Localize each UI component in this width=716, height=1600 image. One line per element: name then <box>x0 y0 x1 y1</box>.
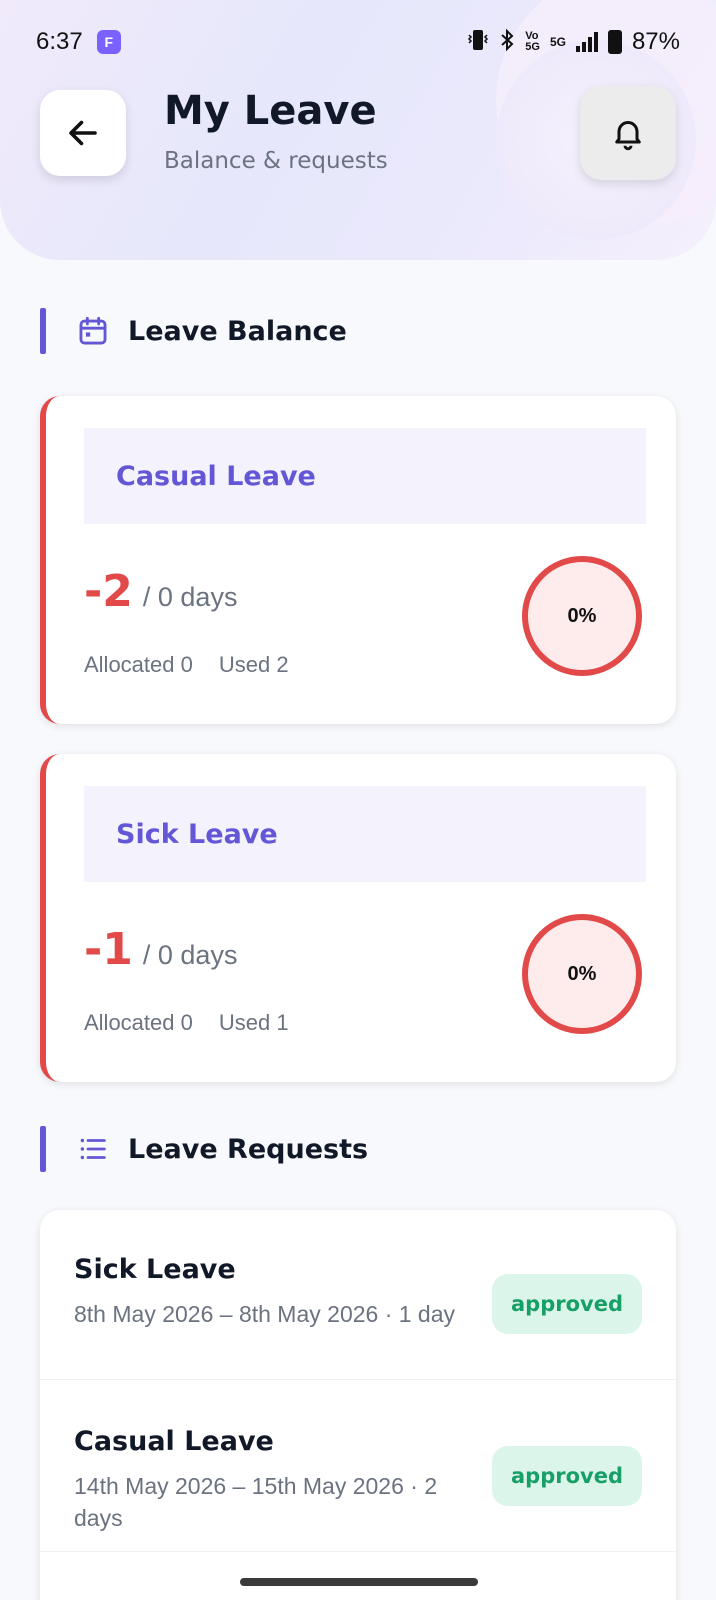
request-type: Casual Leave <box>74 1426 274 1457</box>
calendar-icon <box>76 314 110 348</box>
leave-requests-heading: Leave Requests <box>40 1126 368 1172</box>
status-badge: approved <box>492 1274 642 1334</box>
allocated-count: Allocated 0 <box>84 652 193 677</box>
usage-ring: 0% <box>522 914 642 1034</box>
usage-ring: 0% <box>522 556 642 676</box>
app-notification-icon: F <box>96 30 121 54</box>
status-right: Vo 5G 5G 87% <box>467 28 680 57</box>
leave-requests-list: Sick Leave 8th May 2026 – 8th May 2026 ·… <box>40 1210 676 1600</box>
balance-meta: Allocated 0 Used 2 <box>84 652 289 678</box>
screen: 6:37 F Vo 5G 5G 87% My Leave Balance & re… <box>0 0 716 1600</box>
request-dates: 14th May 2026 – 15th May 2026 · 2 days <box>74 1473 438 1531</box>
usage-percent: 0% <box>567 962 597 985</box>
section-accent-bar <box>40 308 46 354</box>
balance-card-header: Casual Leave <box>84 428 646 524</box>
balance-card-sick[interactable]: Sick Leave -1 / 0 days Allocated 0 Used … <box>40 754 676 1082</box>
list-item[interactable]: Sick Leave 8th May 2026 – 8th May 2026 ·… <box>40 1210 676 1380</box>
status-time: 6:37 <box>36 28 83 55</box>
usage-percent: 0% <box>567 604 597 627</box>
list-icon <box>76 1132 110 1166</box>
balance-numbers: -1 / 0 days <box>84 924 237 975</box>
total-days: / 0 days <box>142 582 238 612</box>
leave-type-label: Sick Leave <box>116 818 278 850</box>
balance-meta: Allocated 0 Used 1 <box>84 1010 289 1036</box>
status-left: 6:37 F <box>36 28 121 56</box>
leave-balance-heading: Leave Balance <box>40 308 347 354</box>
balance-numbers: -2 / 0 days <box>84 566 237 617</box>
status-bar: 6:37 F Vo 5G 5G 87% <box>0 22 716 62</box>
remaining-days: -2 <box>84 566 133 617</box>
page-title: My Leave <box>164 88 377 134</box>
page-subtitle: Balance & requests <box>164 148 388 174</box>
list-item[interactable]: Casual Leave 14th May 2026 – 15th May 20… <box>40 1382 676 1552</box>
arrow-left-icon <box>69 120 97 146</box>
balance-card-casual[interactable]: Casual Leave -2 / 0 days Allocated 0 Use… <box>40 396 676 724</box>
battery-percent: 87% <box>631 28 680 55</box>
bluetooth-icon <box>499 28 515 57</box>
battery-icon <box>607 30 622 54</box>
section-accent-bar <box>40 1126 46 1172</box>
section-title: Leave Balance <box>128 315 347 347</box>
allocated-count: Allocated 0 <box>84 1010 193 1035</box>
bell-icon <box>615 121 641 151</box>
total-days: / 0 days <box>142 940 238 970</box>
network-type-icon: 5G <box>549 35 566 49</box>
request-dates: 8th May 2026 – 8th May 2026 · 1 day <box>74 1301 456 1327</box>
signal-icon <box>575 32 598 52</box>
used-count: Used 2 <box>218 652 289 677</box>
used-count: Used 1 <box>218 1010 289 1035</box>
notifications-button[interactable] <box>580 86 676 180</box>
status-badge: approved <box>492 1446 642 1506</box>
volte-icon: Vo 5G <box>525 30 540 53</box>
leave-type-label: Casual Leave <box>116 460 316 492</box>
section-title: Leave Requests <box>128 1133 369 1165</box>
vibrate-icon <box>467 28 489 57</box>
back-button[interactable] <box>40 90 126 176</box>
home-indicator[interactable] <box>240 1578 478 1586</box>
balance-card-header: Sick Leave <box>84 786 646 882</box>
request-type: Sick Leave <box>74 1254 236 1285</box>
remaining-days: -1 <box>84 924 133 975</box>
